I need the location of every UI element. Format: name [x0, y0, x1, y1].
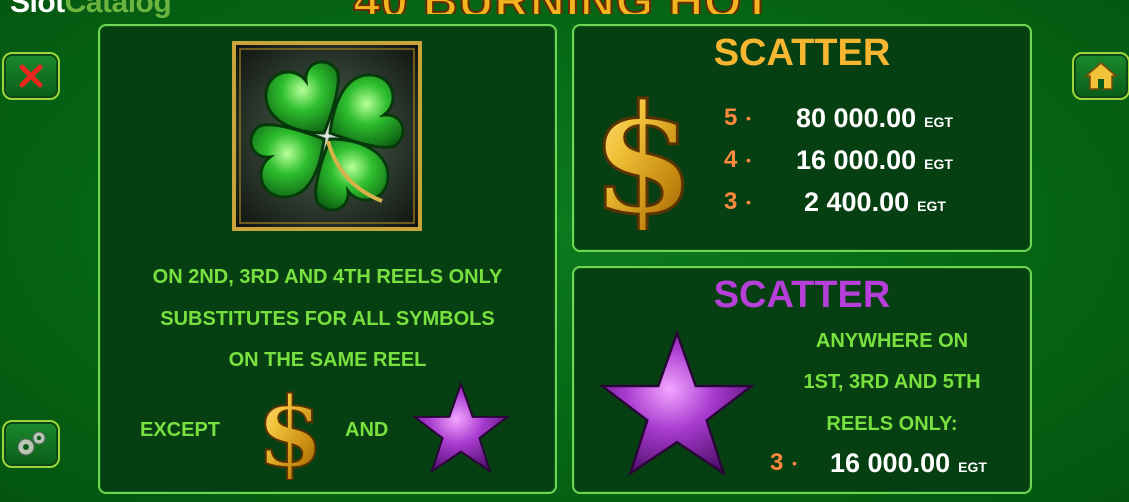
wild-rule-line-3: ON THE SAME REEL	[228, 349, 427, 371]
dollar-scatter-symbol: $	[588, 71, 698, 250]
and-star-symbol	[411, 381, 511, 474]
home-button[interactable]	[1072, 52, 1129, 100]
wild-rule-line-1: ON 2ND, 3RD AND 4TH REELS ONLY	[152, 266, 503, 288]
gears-icon	[17, 431, 46, 456]
dollar-icon: $	[589, 71, 696, 250]
payout-unit: EGT	[924, 114, 953, 130]
payout-count: 4	[724, 146, 738, 173]
and-label: AND	[345, 419, 389, 441]
payout-count: 5	[724, 104, 738, 131]
star-rule-line-3: REELS ONLY:	[826, 413, 958, 435]
star-rule-line-2: 1ST, 3RD AND 5TH	[803, 371, 981, 393]
payout-amount: 16 000.00	[830, 447, 951, 478]
home-icon	[1084, 62, 1118, 90]
settings-button[interactable]	[2, 420, 60, 468]
star-payout-row-3: 3 • 16 000.00 EGT	[770, 447, 987, 479]
payout-unit: EGT	[958, 459, 987, 475]
dollar-icon: $	[256, 375, 325, 490]
except-dollar-symbol: $	[250, 375, 330, 490]
watermark-catalog: Catalog	[64, 0, 172, 19]
star-scatter-title: SCATTER	[713, 274, 891, 316]
four-leaf-clover-icon	[232, 41, 422, 231]
star-scatter-symbol	[597, 329, 757, 478]
slotcatalog-watermark: SlotCatalog	[10, 0, 172, 20]
clover-wild-symbol	[232, 41, 422, 231]
game-title: 40 BURNING HOT	[308, 0, 818, 14]
star-icon	[598, 329, 756, 477]
dollar-payout-row-4: 4 • 16 000.00 EGT	[724, 144, 953, 176]
wild-rule-line-2: SUBSTITUTES FOR ALL SYMBOLS	[160, 308, 495, 330]
svg-text:$: $	[591, 80, 695, 230]
watermark-slot: Slot	[10, 0, 65, 19]
dollar-payout-row-5: 5 • 80 000.00 EGT	[724, 102, 953, 134]
payout-bullet: •	[746, 152, 751, 168]
payout-count: 3	[770, 449, 784, 476]
payout-amount: 16 000.00	[796, 144, 917, 175]
payout-bullet: •	[746, 110, 751, 126]
star-icon	[411, 381, 511, 474]
payout-amount: 80 000.00	[796, 102, 917, 133]
dollar-scatter-title: SCATTER	[713, 32, 891, 74]
payout-bullet: •	[792, 455, 797, 471]
dollar-payout-row-3: 3 • 2 400.00 EGT	[724, 186, 946, 218]
payout-count: 3	[724, 188, 738, 215]
except-label: EXCEPT	[140, 419, 221, 441]
payout-unit: EGT	[924, 156, 953, 172]
svg-text:$: $	[257, 380, 324, 480]
payout-amount: 2 400.00	[804, 186, 910, 217]
close-icon	[19, 64, 43, 88]
payout-bullet: •	[746, 194, 751, 210]
payout-unit: EGT	[917, 198, 946, 214]
star-rule-line-1: ANYWHERE ON	[815, 330, 969, 352]
close-button[interactable]	[2, 52, 60, 100]
